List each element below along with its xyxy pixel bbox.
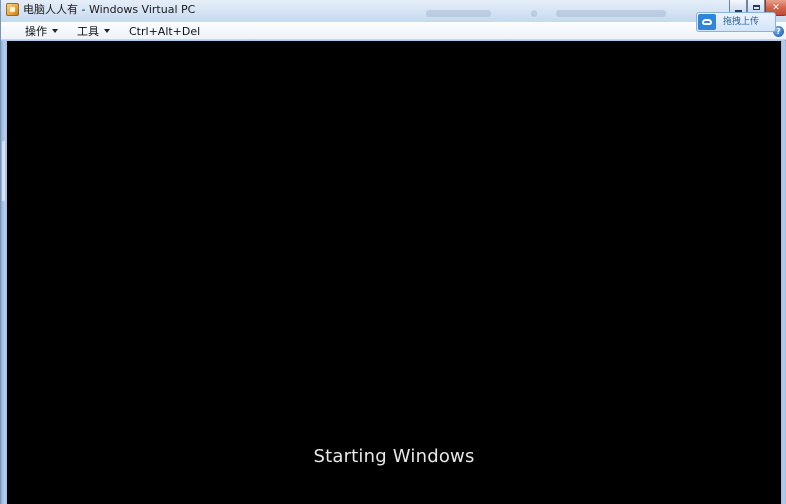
maximize-icon <box>752 5 760 10</box>
virtual-pc-window: 电脑人人有 - Windows Virtual PC ✕ 操作 工具 Ctrl+… <box>0 0 786 504</box>
menu-tools[interactable]: 工具 <box>77 24 110 40</box>
upload-label: 拖拽上传 <box>723 17 760 27</box>
menu-bar: 操作 工具 Ctrl+Alt+Del <box>1 22 786 40</box>
cloud-icon <box>698 14 716 30</box>
menu-action-label: 操作 <box>25 25 47 38</box>
faded-background-element <box>531 10 537 17</box>
faded-background-element <box>426 10 491 17</box>
vm-screen[interactable]: Starting Windows <box>7 41 781 504</box>
menu-ctrl-alt-del-label: Ctrl+Alt+Del <box>129 25 201 38</box>
dropdown-arrow-icon <box>104 29 110 33</box>
menu-ctrl-alt-del[interactable]: Ctrl+Alt+Del <box>129 24 200 40</box>
drag-upload-widget[interactable]: 拖拽上传 <box>696 12 776 32</box>
close-icon: ✕ <box>772 2 780 13</box>
boot-status-text: Starting Windows <box>313 446 475 467</box>
menu-tools-label: 工具 <box>77 25 99 38</box>
window-title: 电脑人人有 - Windows Virtual PC <box>23 3 196 16</box>
window-right-border <box>781 41 786 504</box>
virtual-pc-app-icon[interactable] <box>6 3 19 16</box>
faded-background-element <box>556 10 666 17</box>
dropdown-arrow-icon <box>52 29 58 33</box>
title-bar[interactable]: 电脑人人有 - Windows Virtual PC ✕ <box>1 0 786 22</box>
menu-action[interactable]: 操作 <box>25 24 58 40</box>
